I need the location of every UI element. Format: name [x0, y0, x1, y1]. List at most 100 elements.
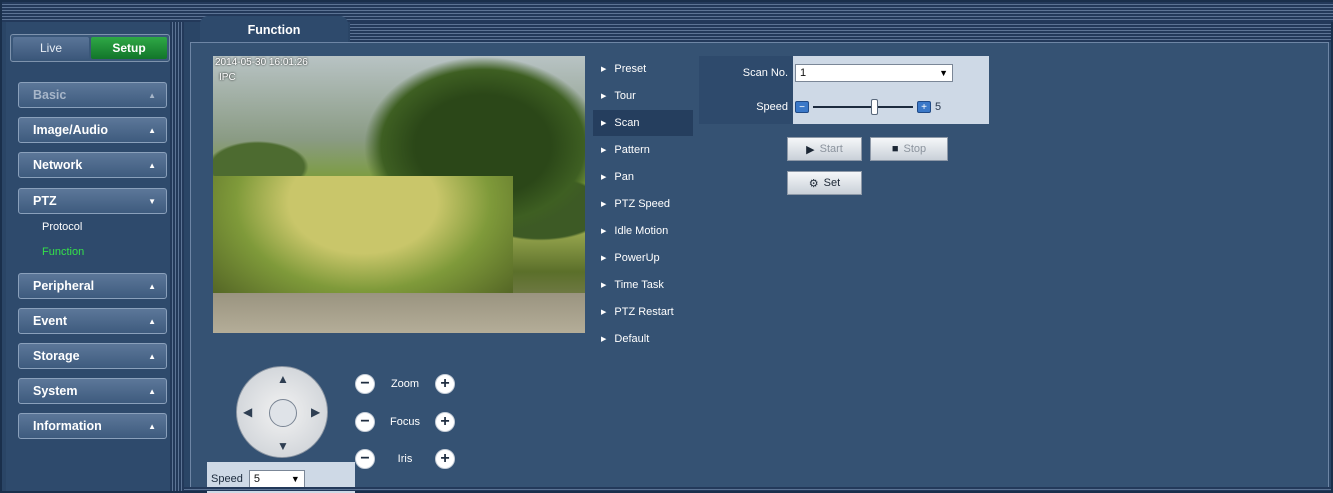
sidebar-subitem-protocol[interactable]: Protocol: [42, 221, 82, 233]
sidebar-item-basic[interactable]: Basic ▲: [18, 82, 167, 108]
iris-label: Iris: [397, 453, 413, 465]
function-item[interactable]: ▶ Pan: [593, 164, 693, 190]
scan-speed-label: Speed: [699, 90, 793, 124]
focus-near-button[interactable]: −: [355, 412, 375, 432]
scan-no-value: 1: [800, 67, 807, 79]
function-item-label: PTZ Restart: [614, 306, 674, 318]
chevron-up-icon: ▲: [148, 90, 156, 100]
sidebar-item-label: PTZ: [33, 194, 57, 208]
sidebar-item-storage[interactable]: Storage ▲: [18, 343, 167, 369]
mode-switch: Live Setup: [10, 34, 170, 62]
bottom-stripe: [184, 487, 1331, 491]
chevron-down-icon: ▼: [148, 196, 156, 206]
caret-right-icon: ▶: [601, 255, 607, 262]
chevron-down-icon: ▼: [290, 473, 300, 484]
iris-open-button[interactable]: +: [435, 449, 455, 469]
chevron-up-icon: ▲: [148, 160, 156, 170]
iris-control: − Iris +: [355, 449, 455, 469]
focus-far-button[interactable]: +: [435, 412, 455, 432]
setup-button[interactable]: Setup: [91, 37, 167, 59]
function-item[interactable]: ▶ Time Task: [593, 272, 693, 298]
caret-right-icon: ▶: [601, 228, 607, 235]
direction-center-button[interactable]: [269, 399, 297, 427]
start-label: Start: [819, 143, 843, 155]
pan-down-icon[interactable]: ▼: [277, 439, 289, 453]
function-item[interactable]: ▶ Preset: [593, 56, 693, 82]
speed-increase-button[interactable]: +: [917, 101, 931, 113]
sidebar-item-label: Event: [33, 314, 68, 328]
zoom-label: Zoom: [390, 378, 420, 390]
sidebar-item-label: Information: [33, 419, 102, 433]
chevron-up-icon: ▲: [148, 351, 156, 361]
gear-icon: ⚙: [808, 177, 819, 190]
zoom-control: − Zoom +: [355, 374, 455, 394]
tab-function[interactable]: Function: [200, 16, 348, 44]
function-item[interactable]: ▶ Idle Motion: [593, 218, 693, 244]
scan-speed-cell: − + 5: [793, 90, 989, 124]
zoom-in-button[interactable]: +: [435, 374, 455, 394]
play-icon: ▶: [806, 143, 815, 156]
pan-up-icon[interactable]: ▲: [277, 372, 289, 386]
function-item-label: Scan: [614, 117, 640, 129]
pan-left-icon[interactable]: ◀: [243, 405, 252, 419]
live-button[interactable]: Live: [13, 37, 89, 59]
pan-right-icon[interactable]: ▶: [311, 405, 320, 419]
set-button[interactable]: ⚙ Set: [787, 171, 862, 195]
caret-right-icon: ▶: [601, 147, 607, 154]
function-item-label: PTZ Speed: [614, 198, 671, 210]
sidebar-item-network[interactable]: Network ▲: [18, 152, 167, 178]
ptz-speed-select[interactable]: 5 ▼: [248, 469, 305, 488]
sidebar-item-label: Network: [33, 158, 83, 172]
sidebar-item-information[interactable]: Information ▲: [18, 413, 167, 439]
scan-no-select[interactable]: 1 ▼: [795, 64, 953, 82]
sidebar-item-peripheral[interactable]: Peripheral ▲: [18, 273, 167, 299]
speed-slider-thumb[interactable]: [871, 99, 878, 115]
caret-right-icon: ▶: [601, 174, 607, 181]
live-video: 2014-05-30 16:01:26 IPC: [213, 56, 585, 333]
function-item-label: Time Task: [614, 279, 664, 291]
tab-row-stripes: [350, 22, 1331, 42]
function-item[interactable]: ▶ PTZ Restart: [593, 299, 693, 325]
stop-label: Stop: [903, 143, 927, 155]
sidebar-item-label: Image/Audio: [33, 123, 109, 137]
speed-slider-track[interactable]: [813, 99, 913, 115]
chevron-up-icon: ▲: [148, 125, 156, 135]
sidebar-subitem-function[interactable]: Function: [42, 246, 84, 258]
video-path: [213, 293, 585, 333]
stop-button[interactable]: ■ Stop: [870, 137, 948, 161]
function-item[interactable]: ▶ Tour: [593, 83, 693, 109]
sidebar-item-system[interactable]: System ▲: [18, 378, 167, 404]
chevron-up-icon: ▲: [148, 421, 156, 431]
zoom-out-button[interactable]: −: [355, 374, 375, 394]
focus-label: Focus: [390, 416, 420, 428]
function-item-label: Idle Motion: [614, 225, 669, 237]
sidebar-item-ptz[interactable]: PTZ ▼: [18, 188, 167, 214]
start-button[interactable]: ▶ Start: [787, 137, 862, 161]
speed-decrease-button[interactable]: −: [795, 101, 809, 113]
sidebar-item-image-audio[interactable]: Image/Audio ▲: [18, 117, 167, 143]
ptz-speed-value: 5: [253, 472, 260, 485]
iris-close-button[interactable]: −: [355, 449, 375, 469]
direction-pad: ▲ ▼ ◀ ▶: [236, 366, 328, 458]
function-item[interactable]: ▶ Pattern: [593, 137, 693, 163]
scan-no-label: Scan No.: [699, 56, 793, 90]
sidebar-item-label: System: [33, 384, 78, 398]
caret-right-icon: ▶: [601, 66, 607, 73]
content-area: Function 2014-05-30 16:01:26 IPC ▲ ▼ ◀ ▶…: [184, 16, 1331, 493]
sidebar-item-label: Peripheral: [33, 279, 95, 293]
set-label: Set: [823, 177, 841, 189]
function-item[interactable]: ▶ Default: [593, 326, 693, 352]
stop-icon: ■: [891, 143, 899, 155]
scan-no-row: Scan No. 1 ▼: [699, 56, 989, 90]
caret-right-icon: ▶: [601, 282, 607, 289]
function-item[interactable]: ▶ PowerUp: [593, 245, 693, 271]
function-item[interactable]: ▶ Scan: [593, 110, 693, 136]
function-item[interactable]: ▶ PTZ Speed: [593, 191, 693, 217]
caret-right-icon: ▶: [601, 120, 607, 127]
chevron-down-icon: ▼: [939, 68, 948, 78]
chevron-up-icon: ▲: [148, 281, 156, 291]
sidebar: Live Setup Basic ▲ Image/Audio ▲ Network…: [6, 22, 172, 491]
video-timestamp: 2014-05-30 16:01:26: [215, 57, 308, 68]
sidebar-item-label: Storage: [33, 349, 80, 363]
sidebar-item-event[interactable]: Event ▲: [18, 308, 167, 334]
